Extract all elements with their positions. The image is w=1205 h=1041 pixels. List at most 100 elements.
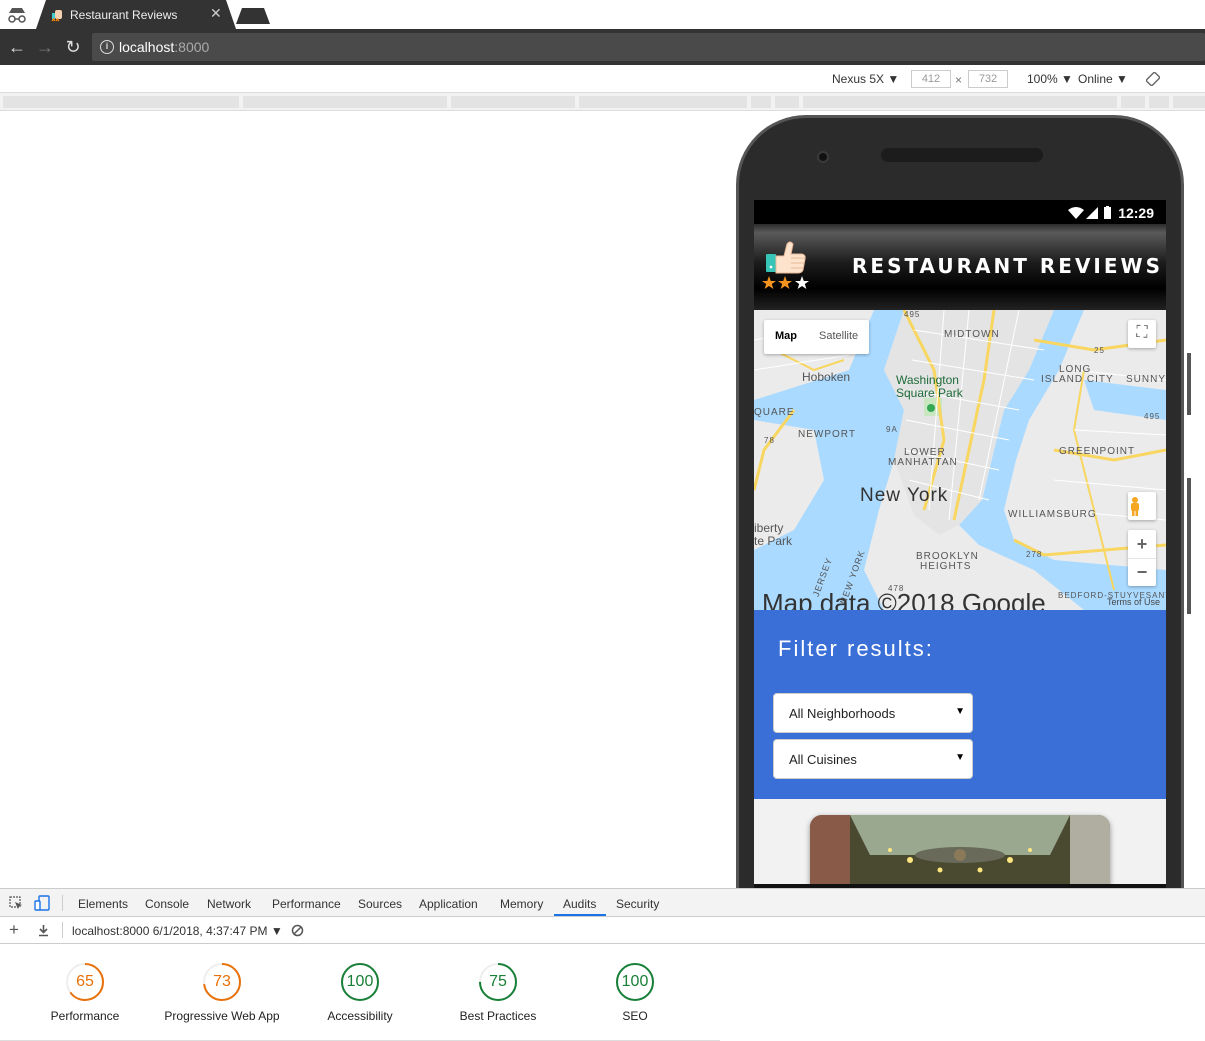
- tab-network[interactable]: Network: [207, 897, 251, 911]
- device-toggle-icon[interactable]: [34, 895, 50, 911]
- zoom-select[interactable]: 100% ▼: [1027, 72, 1073, 86]
- network-value: Online: [1078, 72, 1113, 86]
- favicon-icon: [51, 10, 62, 22]
- zoom-in-button[interactable]: +: [1128, 530, 1156, 558]
- score-label: Progressive Web App: [164, 1009, 280, 1023]
- phone-speaker: [881, 148, 1043, 162]
- media-segment[interactable]: [1121, 96, 1145, 108]
- status-time: 12:29: [1118, 205, 1154, 221]
- zoom-out-button[interactable]: −: [1128, 558, 1156, 586]
- tab-close-icon[interactable]: ✕: [210, 5, 222, 22]
- back-arrow-icon[interactable]: ←: [6, 36, 28, 58]
- map-label: SUNNY: [1126, 374, 1166, 385]
- tab-bar: Restaurant Reviews ✕: [0, 0, 1205, 29]
- report-select[interactable]: localhost:8000 6/1/2018, 4:37:47 PM ▼: [72, 924, 283, 938]
- map-type-control[interactable]: Map Satellite: [764, 320, 870, 354]
- audits-toolbar: + localhost:8000 6/1/2018, 4:37:47 PM ▼: [0, 917, 1205, 944]
- cuisines-select[interactable]: All Cuisines ▼: [773, 739, 973, 779]
- chevron-down-icon: ▼: [955, 752, 965, 763]
- best-practices-gauge[interactable]: 75: [478, 962, 518, 1002]
- rotate-icon[interactable]: [1146, 72, 1160, 86]
- wifi-icon: [1068, 207, 1084, 219]
- chevron-down-icon: ▼: [887, 72, 900, 86]
- score-value: 100: [621, 973, 649, 990]
- route-badge: 495: [1144, 412, 1161, 421]
- neighborhoods-value: All Neighborhoods: [789, 706, 896, 721]
- map-label: ISLAND CITY: [1041, 374, 1114, 385]
- height-input[interactable]: 732: [968, 70, 1008, 88]
- seo-gauge[interactable]: 100: [615, 962, 655, 1002]
- map-attribution: Map data ©2018 Google: [762, 588, 1046, 610]
- device-select[interactable]: Nexus 5X ▼: [832, 72, 899, 86]
- neighborhoods-select[interactable]: All Neighborhoods ▼: [773, 693, 973, 733]
- media-segment[interactable]: [579, 96, 747, 108]
- restaurants-list: [754, 799, 1166, 886]
- url-host: localhost: [119, 39, 175, 55]
- media-segment[interactable]: [775, 96, 799, 108]
- map-label: GREENPOINT: [1059, 446, 1136, 457]
- status-icons: [1068, 206, 1111, 219]
- report-label: localhost:8000 6/1/2018, 4:37:47 PM: [72, 924, 268, 938]
- score-value: 73: [213, 973, 231, 990]
- score-value: 100: [346, 973, 374, 990]
- media-segment[interactable]: [451, 96, 575, 108]
- score-label: Best Practices: [459, 1009, 537, 1023]
- street-view-pegman-icon[interactable]: [1128, 492, 1156, 520]
- media-segment[interactable]: [1149, 96, 1169, 108]
- performance-gauge[interactable]: 65: [65, 962, 105, 1002]
- restaurant-image[interactable]: [810, 815, 1110, 886]
- media-segment[interactable]: [1173, 96, 1205, 108]
- zoom-control[interactable]: + −: [1128, 530, 1156, 586]
- add-audit-icon[interactable]: +: [9, 920, 19, 940]
- browser-tab[interactable]: Restaurant Reviews ✕: [36, 0, 236, 29]
- tab-performance[interactable]: Performance: [272, 897, 341, 911]
- info-icon[interactable]: i: [100, 40, 114, 54]
- score-value: 75: [489, 973, 507, 990]
- route-badge: 9A: [886, 425, 898, 434]
- network-select[interactable]: Online ▼: [1078, 72, 1128, 86]
- tab-sources[interactable]: Sources: [358, 897, 402, 911]
- times-label: ×: [955, 73, 963, 87]
- google-map[interactable]: Map Satellite ⛶ 495 MIDTOWN 25 Hoboken W…: [754, 310, 1166, 610]
- address-bar[interactable]: i localhost:8000: [92, 33, 1205, 61]
- media-segment[interactable]: [751, 96, 771, 108]
- reload-icon[interactable]: ↻: [62, 36, 84, 58]
- incognito-icon: [8, 8, 26, 23]
- download-icon[interactable]: [37, 924, 50, 937]
- map-label: QUARE: [754, 407, 795, 418]
- phone-side-button: [1187, 353, 1191, 415]
- route-badge: 495: [904, 310, 921, 319]
- url-port: :8000: [174, 39, 210, 55]
- site-header: RESTAURANT REVIEWS: [754, 224, 1166, 310]
- filter-heading: Filter results:: [778, 636, 934, 661]
- forward-arrow-icon[interactable]: →: [34, 36, 56, 58]
- clear-icon[interactable]: [291, 924, 304, 937]
- media-query-bar[interactable]: [0, 93, 1205, 111]
- tab-audits[interactable]: Audits: [563, 897, 596, 911]
- phone-camera: [817, 151, 829, 163]
- tab-memory[interactable]: Memory: [500, 897, 543, 911]
- map-type-satellite[interactable]: Satellite: [808, 320, 869, 354]
- map-label: Hoboken: [802, 370, 851, 384]
- inspect-icon[interactable]: [9, 896, 23, 910]
- map-type-map[interactable]: Map: [764, 320, 808, 354]
- tab-application[interactable]: Application: [419, 897, 478, 911]
- tab-console[interactable]: Console: [145, 897, 189, 911]
- pwa-gauge[interactable]: 73: [202, 962, 242, 1002]
- new-tab-button[interactable]: [236, 8, 270, 24]
- battery-icon: [1104, 207, 1111, 219]
- media-segment[interactable]: [3, 96, 239, 108]
- accessibility-gauge[interactable]: 100: [340, 962, 380, 1002]
- phone-screen: 12:29 RESTAURANT REVIEWS Map Satellite ⛶…: [754, 200, 1166, 886]
- filter-section: Filter results: All Neighborhoods ▼ All …: [754, 610, 1166, 799]
- map-label: iberty: [754, 521, 784, 535]
- width-input[interactable]: 412: [911, 70, 951, 88]
- score-label: SEO: [622, 1009, 648, 1023]
- media-segment[interactable]: [803, 96, 1117, 108]
- terms-link[interactable]: Terms of Use: [1107, 597, 1160, 607]
- media-segment[interactable]: [243, 96, 447, 108]
- tab-elements[interactable]: Elements: [78, 897, 128, 911]
- map-label: HEIGHTS: [920, 561, 972, 572]
- fullscreen-icon[interactable]: ⛶: [1128, 320, 1156, 348]
- tab-security[interactable]: Security: [616, 897, 659, 911]
